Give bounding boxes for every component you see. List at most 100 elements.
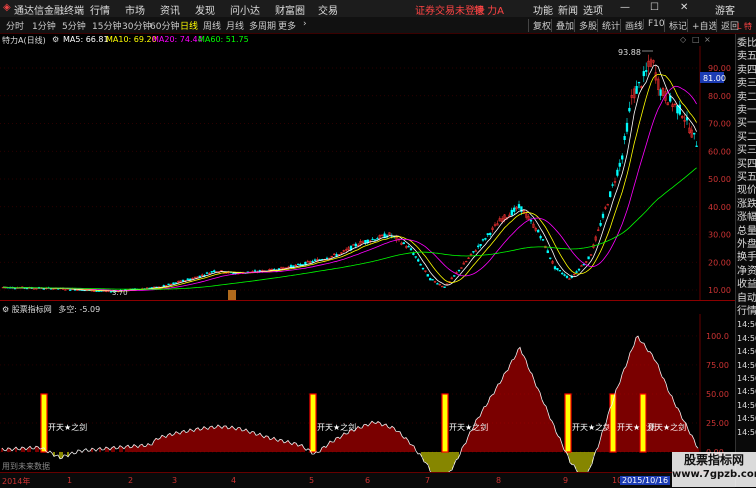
indicator-chart[interactable]: 开天★之剑 开天★之剑 开天★之剑 开天★之剑 开天★之剑开天★之剑 100.075.0… <box>0 314 735 472</box>
biaoji-button[interactable]: 标记 <box>664 19 687 32</box>
menu-item-zixun[interactable]: 资讯 <box>160 2 180 17</box>
signal-marker[interactable] <box>309 393 317 453</box>
histogram-bar <box>437 452 439 472</box>
menu-item-gongneng[interactable]: 功能 <box>533 2 553 17</box>
candle-body <box>479 243 482 246</box>
candle-body <box>489 232 492 235</box>
indicator-name[interactable]: 股票指标网 <box>12 305 52 314</box>
histogram-bar <box>497 384 499 452</box>
menu-item-jiaoyi[interactable]: 交易 <box>318 2 338 17</box>
histogram-bar <box>395 431 397 452</box>
histogram-bar <box>205 428 207 452</box>
candle-body <box>289 265 293 268</box>
histogram-bar <box>627 360 629 452</box>
histogram-bar <box>277 441 279 452</box>
candle-body <box>193 276 197 279</box>
candle-body <box>373 239 377 241</box>
histogram-bar <box>379 422 381 452</box>
settings-icon[interactable]: ⚙ <box>52 35 59 44</box>
signal-marker[interactable] <box>639 393 647 453</box>
side-panel-item[interactable]: 行情 <box>737 305 756 318</box>
histogram-bar <box>503 373 505 452</box>
period-fenshi[interactable]: 分时 <box>6 19 24 32</box>
histogram-bar <box>279 439 281 452</box>
f10-button[interactable]: F10 <box>643 19 665 29</box>
histogram-bar <box>325 447 327 452</box>
quote-side-panel: L 特 委比 卖五 卖四 卖三 卖二 卖一 买一 买二 买三 买四 买五 现价 涨跌 涨幅 总量 外盘 换手 净资… <box>735 22 756 487</box>
period-60min[interactable]: 60分钟 <box>150 19 179 32</box>
more-chevron-icon[interactable]: › <box>303 19 307 29</box>
kline-chart[interactable]: 90.00 80.00 70.00 60.00 50.00 40.00 30.00 20.00… <box>0 46 735 300</box>
candle-body <box>210 271 213 273</box>
histogram-bar <box>265 435 267 452</box>
panel-close-icon[interactable]: × <box>704 35 711 44</box>
histogram-bar <box>543 404 545 452</box>
event-marker-icon[interactable] <box>228 290 236 300</box>
diejia-button[interactable]: 叠加 <box>551 19 574 32</box>
histogram-bar <box>281 439 283 452</box>
watermark: 股票指标网 www.7gpzb.com <box>672 452 756 487</box>
date-label-2014: 2014年 <box>2 477 31 486</box>
menu-item-xuanxiang[interactable]: 选项 <box>583 2 603 17</box>
maximize-icon[interactable]: ☐ <box>650 2 659 13</box>
menu-item-xinwen[interactable]: 新闻 <box>558 2 578 17</box>
histogram-bar <box>535 386 537 452</box>
expand-icon[interactable]: □ <box>692 35 700 44</box>
candle-body <box>601 213 605 218</box>
period-5min[interactable]: 5分钟 <box>62 19 86 32</box>
signal-marker[interactable] <box>564 393 572 453</box>
guest-label[interactable]: 游客 <box>715 2 735 17</box>
histogram-bar <box>653 359 655 452</box>
signal-marker[interactable] <box>609 393 617 453</box>
menu-item-caifuquan[interactable]: 财富圈 <box>275 2 305 17</box>
high-price-label: 93.88 <box>618 48 641 57</box>
menu-item-shichang[interactable]: 市场 <box>125 2 145 17</box>
histogram-bar <box>343 432 345 452</box>
date-label-m9: 9 <box>563 476 569 485</box>
period-monthly[interactable]: 月线 <box>226 19 244 32</box>
tongji-button[interactable]: 统计 <box>597 19 620 32</box>
signal-marker[interactable] <box>441 393 449 453</box>
close-icon[interactable]: ✕ <box>680 2 688 13</box>
side-panel-item: 委比 <box>737 38 756 49</box>
signal-marker[interactable] <box>40 393 48 453</box>
histogram-bar <box>131 447 133 452</box>
period-15min[interactable]: 15分钟 <box>92 19 121 32</box>
histogram-bar <box>405 437 407 452</box>
side-panel-item[interactable]: 自动 <box>737 292 756 305</box>
histogram-bar <box>581 452 583 472</box>
collapse-icon[interactable]: ◇ <box>680 35 686 44</box>
back-button[interactable]: 返回 <box>716 19 739 32</box>
period-weekly[interactable]: 周线 <box>203 19 221 32</box>
histogram-bar <box>441 452 443 472</box>
candle-body <box>42 288 45 290</box>
menu-item-faxian[interactable]: 发现 <box>195 2 215 17</box>
add-watchlist-button[interactable]: +自选 <box>687 19 718 32</box>
fuquan-button[interactable]: 复权 <box>528 19 551 32</box>
app-title: 通达信金融终端 <box>14 6 84 17</box>
period-30min[interactable]: 30分钟 <box>122 19 151 32</box>
candle-body <box>417 259 420 262</box>
histogram-bar <box>223 426 225 452</box>
period-daily[interactable]: 日线 <box>180 19 198 32</box>
candle-body <box>371 238 374 241</box>
duogu-button[interactable]: 多股 <box>574 19 597 32</box>
histogram-bar <box>237 427 239 452</box>
minimize-icon[interactable]: — <box>620 2 630 13</box>
period-more[interactable]: 更多 <box>278 19 296 32</box>
current-price-tag: 81.00 <box>703 74 726 83</box>
histogram-bar <box>271 438 273 452</box>
histogram-bar <box>539 392 541 452</box>
histogram-bar <box>371 421 373 452</box>
period-toolbar: 分时 1分钟 5分钟 15分钟 30分钟 60分钟 日线 周线 月线 多周期 更… <box>0 17 756 34</box>
indicator-settings-icon[interactable]: ⚙ <box>2 305 9 314</box>
menu-item-hangqing[interactable]: 行情 <box>90 2 110 17</box>
period-1min[interactable]: 1分钟 <box>32 19 56 32</box>
huaxian-button[interactable]: 画线 <box>620 19 643 32</box>
menu-item-wenxiaoda[interactable]: 问小达 <box>230 2 260 17</box>
date-label-m5: 5 <box>309 476 315 485</box>
period-multi[interactable]: 多周期 <box>249 19 276 32</box>
candle-body <box>354 243 357 247</box>
side-panel-item: 外盘 <box>737 239 756 250</box>
candle-body <box>426 274 429 277</box>
